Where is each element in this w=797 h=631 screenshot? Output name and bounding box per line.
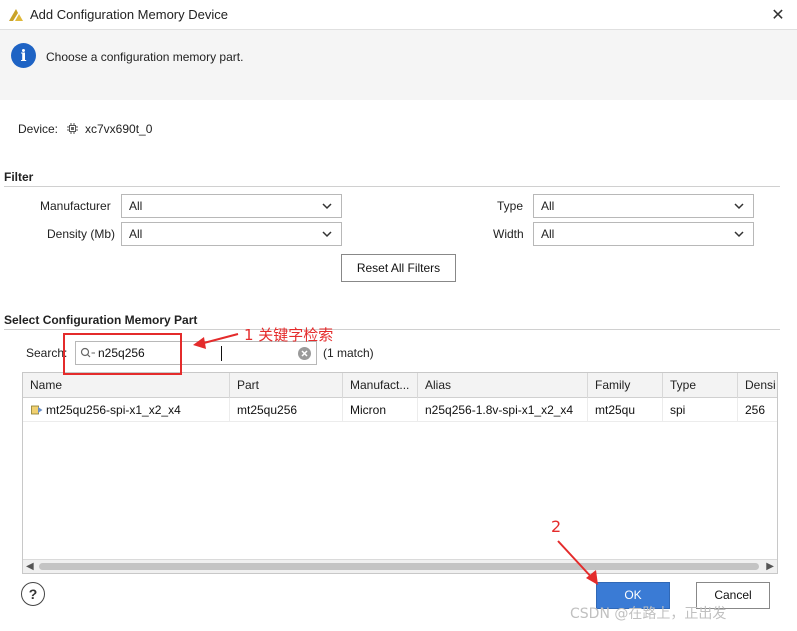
chevron-down-icon xyxy=(734,231,744,238)
cell-manufacturer: Micron xyxy=(343,398,418,422)
title-bar: Add Configuration Memory Device ✕ xyxy=(0,0,797,30)
table-row[interactable]: mt25qu256-spi-x1_x2_x4 mt25qu256 Micron … xyxy=(23,398,777,422)
device-value: xc7vx690t_0 xyxy=(85,122,153,136)
column-header-type[interactable]: Type xyxy=(663,373,738,398)
annotation-highlight-box xyxy=(63,333,182,375)
manufacturer-label: Manufacturer xyxy=(40,199,111,213)
chevron-down-icon xyxy=(322,231,332,238)
filter-divider xyxy=(4,186,780,187)
chevron-down-icon xyxy=(734,203,744,210)
search-label: Search: xyxy=(26,346,68,360)
column-header-alias[interactable]: Alias xyxy=(418,373,588,398)
width-select-value: All xyxy=(541,227,555,241)
column-header-name[interactable]: Name xyxy=(23,373,230,398)
filter-section-title: Filter xyxy=(4,170,34,184)
close-icon: ✕ xyxy=(771,7,785,24)
chevron-down-icon xyxy=(322,203,332,210)
cell-name: mt25qu256-spi-x1_x2_x4 xyxy=(39,398,230,422)
type-label: Type xyxy=(497,199,524,213)
select-part-section-title: Select Configuration Memory Part xyxy=(4,313,198,327)
window-title: Add Configuration Memory Device xyxy=(30,7,228,22)
scroll-left-icon[interactable]: ◀ xyxy=(26,561,34,572)
help-button[interactable]: ? xyxy=(21,582,45,606)
manufacturer-select[interactable]: All xyxy=(121,194,342,218)
manufacturer-select-value: All xyxy=(129,199,143,213)
width-select[interactable]: All xyxy=(533,222,754,246)
density-select-value: All xyxy=(129,227,143,241)
column-header-part[interactable]: Part xyxy=(230,373,343,398)
close-button[interactable]: ✕ xyxy=(767,4,789,26)
vivado-logo-icon xyxy=(9,9,23,21)
column-header-family[interactable]: Family xyxy=(588,373,663,398)
text-caret xyxy=(221,346,222,361)
width-label: Width xyxy=(493,227,524,241)
memory-part-table: Name Part Manufact... Alias Family Type … xyxy=(22,372,778,574)
cell-part: mt25qu256 xyxy=(230,398,343,422)
cell-family: mt25qu xyxy=(588,398,663,422)
scrollbar-thumb[interactable] xyxy=(39,563,759,570)
cell-density: 256 xyxy=(745,403,766,417)
table-header: Name Part Manufact... Alias Family Type … xyxy=(23,373,777,398)
scroll-right-icon[interactable]: ▶ xyxy=(766,561,774,572)
cell-alias: n25q256-1.8v-spi-x1_x2_x4 xyxy=(418,398,588,422)
help-icon: ? xyxy=(28,586,38,602)
horizontal-scrollbar[interactable]: ◀ ▶ xyxy=(23,559,777,573)
density-label: Density (Mb) xyxy=(47,227,116,241)
device-label: Device: xyxy=(18,122,59,136)
chip-icon xyxy=(67,123,78,134)
info-icon: i xyxy=(11,43,36,68)
density-select[interactable]: All xyxy=(121,222,342,246)
cell-type: spi xyxy=(663,398,738,422)
clear-search-icon[interactable] xyxy=(297,346,312,361)
type-select[interactable]: All xyxy=(533,194,754,218)
info-banner: i Choose a configuration memory part. xyxy=(0,30,797,100)
select-part-divider xyxy=(4,329,780,330)
column-header-density[interactable]: Densi xyxy=(738,373,777,398)
match-count: (1 match) xyxy=(323,346,374,360)
reset-all-filters-button[interactable]: Reset All Filters xyxy=(341,254,456,282)
info-text: Choose a configuration memory part. xyxy=(46,50,244,64)
watermark-text: CSDN @在路上，正出发 xyxy=(570,606,727,622)
type-select-value: All xyxy=(541,199,555,213)
annotation-step-2: 2 xyxy=(551,517,562,536)
column-header-manufacturer[interactable]: Manufact... xyxy=(343,373,418,398)
annotation-step-1: 1 关键字检索 xyxy=(244,326,334,344)
